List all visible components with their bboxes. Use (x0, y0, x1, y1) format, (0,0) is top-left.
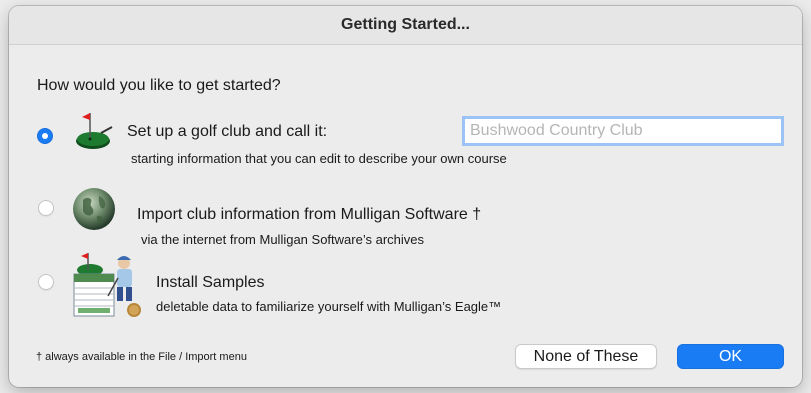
option-desc-import-club: via the internet from Mulligan Software’… (141, 232, 424, 247)
none-of-these-button[interactable]: None of These (515, 344, 657, 369)
globe-icon (73, 188, 115, 230)
golf-green-flag-icon (76, 113, 113, 149)
option-desc-install-samples: deletable data to familiarize yourself w… (156, 299, 502, 314)
prompt-text: How would you like to get started? (37, 77, 281, 94)
footnote: † always available in the File / Import … (36, 351, 247, 363)
radio-install-samples[interactable] (38, 274, 54, 290)
ok-button[interactable]: OK (677, 344, 784, 369)
club-name-input[interactable] (462, 116, 784, 146)
option-desc-setup-club: starting information that you can edit t… (131, 151, 507, 166)
dialog-titlebar: Getting Started... (9, 6, 802, 45)
option-label-install-samples: Install Samples (156, 274, 265, 291)
dialog-title: Getting Started... (341, 16, 470, 33)
getting-started-dialog: Getting Started... How would you like to… (9, 6, 802, 387)
radio-setup-club[interactable] (37, 128, 53, 144)
option-label-setup-club: Set up a golf club and call it: (127, 123, 328, 140)
samples-golfer-icon (73, 253, 141, 317)
radio-import-club[interactable] (38, 200, 54, 216)
option-label-import-club: Import club information from Mulligan So… (137, 206, 482, 223)
